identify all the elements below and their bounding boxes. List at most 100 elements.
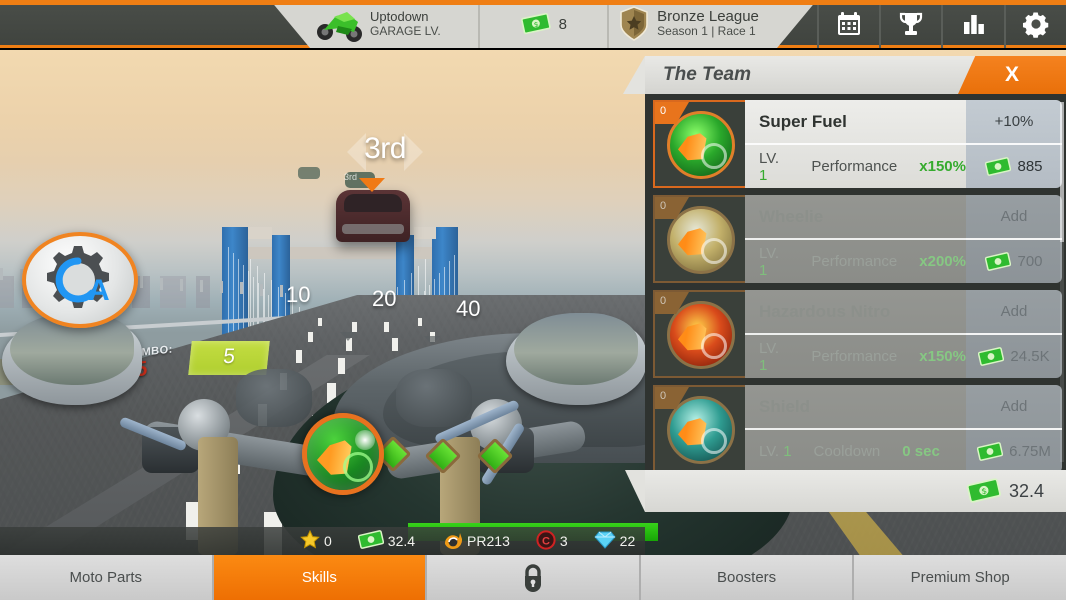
race-position-text: 3rd <box>364 132 406 165</box>
item-info: Hazardous Nitro LV. 1 Performance x150% <box>745 290 966 378</box>
calendar-icon <box>838 12 861 35</box>
lane-marker-arrow <box>424 336 440 345</box>
svg-text:C: C <box>542 535 550 547</box>
nav-tab-boosters[interactable]: Boosters <box>640 555 855 600</box>
cash-icon <box>357 530 384 552</box>
combo-indicator: COMBO: x5 <box>124 343 173 383</box>
combo-progress-value: 5 <box>222 345 237 368</box>
stat-value: 32.4 <box>387 533 416 549</box>
team-item-row[interactable]: 0 Shield LV. 1 Cooldown 0 sec Add 6.75M <box>653 385 1062 470</box>
item-thumbnail-wrap[interactable]: 0 <box>653 195 745 283</box>
skill-activate-button[interactable] <box>302 413 384 495</box>
item-action-button[interactable]: Add <box>966 195 1062 240</box>
item-action-panel[interactable]: Add 700 <box>966 195 1062 283</box>
combo-multiplier: x5 <box>124 357 148 383</box>
item-action-button[interactable]: +10% <box>966 100 1062 145</box>
settings-button[interactable] <box>1003 0 1066 48</box>
traffic-car-far <box>298 167 320 179</box>
stat-item: PR213 <box>441 530 510 553</box>
stat-item: C 3 <box>536 529 568 553</box>
item-action-panel[interactable]: Add 24.5K <box>966 290 1062 378</box>
item-stat-value: x200% <box>919 253 966 270</box>
item-level: LV. 1 <box>759 339 780 374</box>
topbar-left-slant <box>270 0 310 48</box>
item-thumbnail-wrap[interactable]: 0 <box>653 100 745 188</box>
league-name: Bronze League <box>657 8 759 25</box>
item-level: LV. 1 <box>759 149 780 184</box>
league-chip[interactable]: Bronze League Season 1 | Race 1 <box>607 0 777 48</box>
traffic-car <box>336 190 410 242</box>
item-level-value: 1 <box>759 166 768 184</box>
nav-tab-premium shop[interactable]: Premium Shop <box>854 555 1066 600</box>
item-price: 24.5K <box>966 335 1062 378</box>
auto-gear-indicator[interactable]: A <box>22 232 138 328</box>
stat-value: 22 <box>619 533 636 549</box>
nav-tab-label: Skills <box>301 569 337 586</box>
motorcycle-icon <box>317 12 362 42</box>
team-item-row[interactable]: 0 Super Fuel LV. 1 Performance x150% +10… <box>653 100 1062 188</box>
team-item-list[interactable]: 0 Super Fuel LV. 1 Performance x150% +10… <box>645 94 1066 470</box>
stat-value: 3 <box>559 533 568 549</box>
diamond-icon <box>593 531 616 552</box>
bottom-navigation: Moto Parts Skills Boosters Premium Shop <box>0 555 1066 600</box>
item-name: Wheelie <box>759 206 824 226</box>
race-position-small: 3rd <box>344 172 358 182</box>
league-season-race: Season 1 | Race 1 <box>657 24 756 38</box>
gear-auto-icon: A <box>47 246 110 308</box>
item-action-panel[interactable]: +10% 885 <box>966 100 1062 188</box>
nav-tab-label: Premium Shop <box>910 569 1010 586</box>
lane-marker-arrow <box>510 343 526 352</box>
player-stats-strip: 0 32.4 PR213 C 3 22 <box>0 527 645 555</box>
team-item-row[interactable]: 0 Hazardous Nitro LV. 1 Performance x150… <box>653 290 1062 378</box>
stat-value: PR213 <box>467 533 510 549</box>
item-action-button[interactable]: Add <box>966 385 1062 430</box>
item-level: LV. 1 <box>759 443 792 460</box>
bridge-tower-cap <box>414 227 436 239</box>
item-level-value: 1 <box>759 356 768 374</box>
item-price-value: 6.75M <box>1009 443 1051 460</box>
soft-currency-chip[interactable]: $ 8 <box>478 0 608 48</box>
item-price-value: 885 <box>1017 158 1043 175</box>
close-button[interactable]: X <box>958 56 1066 94</box>
item-stat-type: Performance <box>811 348 898 365</box>
trophy-button[interactable] <box>879 0 941 48</box>
item-thumbnail-wrap[interactable]: 0 <box>653 385 745 470</box>
cash-icon <box>977 442 1004 461</box>
item-price: 6.75M <box>966 430 1062 470</box>
team-panel: The Team X 0 Super Fuel LV. 1 Performanc… <box>623 56 1066 512</box>
player-name: Uptodown <box>370 9 429 24</box>
nav-tab-locked[interactable] <box>427 555 641 600</box>
item-action-panel[interactable]: Add 6.75M <box>966 385 1062 470</box>
panel-scrollbar-thumb[interactable] <box>1060 102 1064 242</box>
fire-helmet-icon <box>441 530 463 553</box>
target-marker-arrow <box>359 178 385 192</box>
stat-item: 0 <box>300 529 332 553</box>
cash-icon <box>985 252 1012 271</box>
trophy-icon <box>900 12 923 35</box>
item-level-value: 1 <box>759 261 768 279</box>
leaderboard-button[interactable] <box>941 0 1003 48</box>
item-name: Shield <box>759 396 811 416</box>
footer-currency-value: 32.4 <box>1008 480 1044 501</box>
top-status-bar: Uptodown GARAGE LV. $ 8 Bronze League Se… <box>0 0 1066 48</box>
team-item-row[interactable]: 0 Wheelie LV. 1 Performance x200% Add 70… <box>653 195 1062 283</box>
nav-tab-moto parts[interactable]: Moto Parts <box>0 555 214 600</box>
leaderboard-icon <box>963 15 984 34</box>
item-action-button[interactable]: Add <box>966 290 1062 335</box>
item-info: Wheelie LV. 1 Performance x200% <box>745 195 966 283</box>
stat-item: 32.4 <box>357 530 416 552</box>
nav-tab-skills[interactable]: Skills <box>213 555 428 600</box>
combo-progress-bar: 5 <box>188 341 270 375</box>
team-panel-header: The Team X <box>623 56 1066 94</box>
lock-icon <box>524 563 541 592</box>
item-name: Super Fuel <box>759 111 847 131</box>
calendar-button[interactable] <box>816 0 879 48</box>
panel-scrollbar[interactable] <box>1060 102 1064 462</box>
player-profile-chip[interactable]: Uptodown GARAGE LV. <box>310 0 479 48</box>
item-stat-value: x150% <box>919 158 966 175</box>
bridge-tower-cap <box>248 227 272 239</box>
item-stat-type: Performance <box>811 253 898 270</box>
coin-c-icon: C <box>536 529 556 553</box>
score-tick-40: 40 <box>456 296 481 321</box>
item-thumbnail-wrap[interactable]: 0 <box>653 290 745 378</box>
